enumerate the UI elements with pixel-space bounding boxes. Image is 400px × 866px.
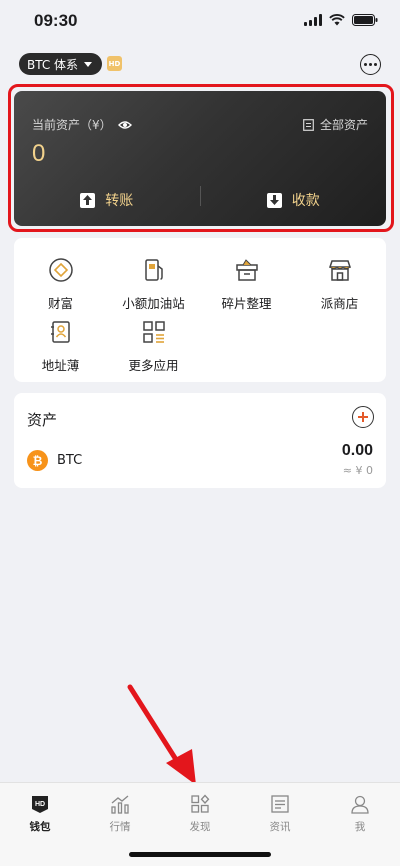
all-assets-label: 全部资产 (319, 118, 368, 132)
app-more-apps[interactable]: 更多应用 (107, 319, 200, 374)
wallet-hd-icon: HD (32, 796, 48, 813)
more-options-button[interactable] (360, 54, 381, 75)
current-assets-label: 当前资产（¥） (32, 116, 132, 133)
asset-fiat-value: ≈ ¥ 0 (342, 464, 373, 477)
eye-icon[interactable] (117, 120, 132, 130)
caret-down-icon (84, 61, 93, 67)
annotation-arrow (127, 684, 196, 785)
tab-wallet[interactable]: HD 钱包 (0, 783, 80, 866)
profile-icon (351, 795, 369, 814)
grid-icon (142, 321, 165, 343)
tab-label: 我 (354, 821, 366, 833)
app-label: 更多应用 (128, 358, 179, 373)
app-label: 地址薄 (41, 358, 80, 373)
app-fuel-station[interactable]: 小额加油站 (107, 257, 200, 312)
current-assets-label-text: 当前资产（¥） (32, 118, 112, 132)
home-indicator (129, 852, 271, 857)
chart-icon (111, 795, 129, 814)
asset-value: 0 (32, 140, 46, 167)
add-asset-button[interactable] (352, 406, 374, 428)
cellular-signal-icon (304, 14, 322, 26)
status-bar: 09:30 (0, 0, 400, 44)
document-icon (303, 118, 314, 131)
app-fragment-cleanup[interactable]: 碎片整理 (200, 257, 293, 312)
receive-label: 收款 (291, 193, 320, 209)
tab-me[interactable]: 我 (320, 783, 400, 866)
chain-selector[interactable]: BTC 体系 (19, 53, 103, 75)
app-wealth[interactable]: 财富 (14, 257, 107, 312)
address-book-icon (50, 321, 70, 343)
status-icons (304, 14, 378, 26)
transfer-label: 转账 (105, 193, 134, 209)
app-label: 派商店 (320, 296, 359, 311)
app-pi-store[interactable]: 派商店 (293, 257, 386, 312)
battery-icon (352, 14, 378, 26)
receive-button[interactable]: 收款 (201, 174, 387, 226)
diamond-icon (48, 258, 73, 282)
assets-section: 资产 ₿ BTC 0.00 ≈ ¥ 0 (14, 393, 386, 488)
hd-badge: HD (107, 56, 122, 71)
all-assets-link[interactable]: 全部资产 (303, 116, 368, 133)
apps-grid: 财富 小额加油站 碎片整理 派商店 地址薄 更多应用 (14, 238, 386, 382)
app-label: 小额加油站 (122, 296, 185, 311)
app-label: 财富 (47, 296, 73, 311)
svg-text:HD: HD (35, 801, 45, 808)
discover-icon (191, 794, 210, 813)
asset-card: 当前资产（¥） 全部资产 0 转账 收款 (14, 91, 386, 226)
app-address-book[interactable]: 地址薄 (14, 319, 107, 374)
upload-arrow-icon (80, 192, 96, 208)
tab-label: 钱包 (29, 821, 51, 833)
tab-label: 发现 (189, 821, 211, 833)
btc-icon: ₿ (27, 450, 48, 471)
tab-label: 资讯 (269, 821, 291, 833)
wifi-icon (329, 14, 345, 26)
card-actions: 转账 收款 (14, 174, 386, 226)
app-label: 碎片整理 (221, 296, 272, 311)
assets-title: 资产 (27, 411, 58, 429)
fuel-pump-icon (144, 259, 163, 281)
transfer-button[interactable]: 转账 (14, 174, 200, 226)
box-icon (235, 259, 258, 281)
store-icon (328, 260, 351, 281)
asset-amount: 0.00 (341, 442, 373, 459)
download-arrow-icon (266, 192, 282, 208)
news-icon (271, 795, 289, 813)
chain-selector-label: BTC 体系 (27, 57, 79, 72)
status-time: 09:30 (34, 11, 78, 30)
asset-symbol: BTC (57, 453, 83, 468)
tab-label: 行情 (109, 821, 131, 833)
